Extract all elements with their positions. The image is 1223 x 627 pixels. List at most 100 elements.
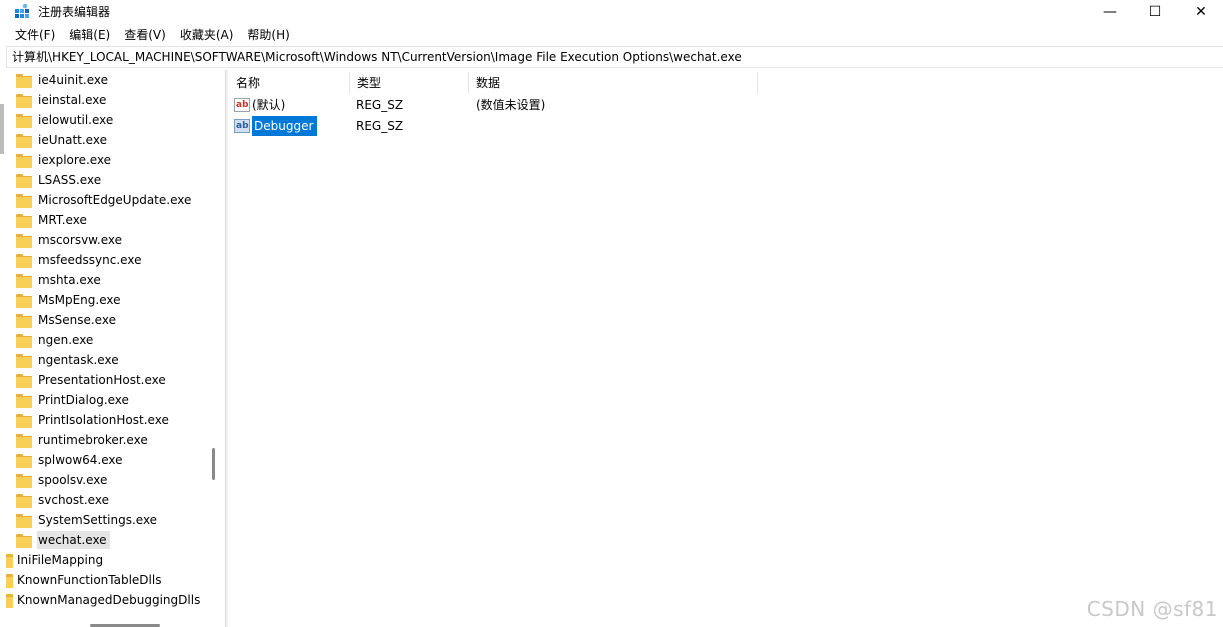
tree-item-label: iexplore.exe xyxy=(38,153,112,167)
tree-item[interactable]: iexplore.exe xyxy=(16,150,114,170)
menu-file[interactable]: 文件(F) xyxy=(0,25,62,45)
menu-view[interactable]: 查看(V) xyxy=(117,25,173,45)
string-value-icon: ab xyxy=(234,98,250,112)
tree-item-selected[interactable]: wechat.exe xyxy=(16,530,110,550)
pane-splitter[interactable] xyxy=(225,70,228,627)
folder-icon xyxy=(16,433,32,448)
tree-item-label: MicrosoftEdgeUpdate.exe xyxy=(38,193,192,207)
tree-item-label: mshta.exe xyxy=(38,273,101,287)
tree-item-label: runtimebroker.exe xyxy=(38,433,148,447)
tree-item[interactable]: LSASS.exe xyxy=(16,170,104,190)
close-button[interactable]: ✕ xyxy=(1178,0,1223,24)
tree-item[interactable]: PrintIsolationHost.exe xyxy=(16,410,172,430)
tree-item-label: PrintDialog.exe xyxy=(38,393,129,407)
tree-item[interactable]: mscorsvw.exe xyxy=(16,230,125,250)
menu-help[interactable]: 帮助(H) xyxy=(240,25,296,45)
menu-bar: 文件(F) 编辑(E) 查看(V) 收藏夹(A) 帮助(H) xyxy=(0,25,297,45)
tree-item[interactable]: msfeedssync.exe xyxy=(16,250,144,270)
folder-icon xyxy=(6,553,13,568)
tree-item[interactable]: runtimebroker.exe xyxy=(16,430,151,450)
tree-item[interactable]: IniFileMapping xyxy=(6,550,106,570)
folder-icon xyxy=(16,273,32,288)
background-window-edge xyxy=(0,104,4,154)
tree-item-label: ngentask.exe xyxy=(38,353,119,367)
folder-icon xyxy=(16,533,32,548)
tree-item[interactable]: ieinstal.exe xyxy=(16,90,109,110)
tree-item[interactable]: svchost.exe xyxy=(16,490,112,510)
folder-icon xyxy=(16,193,32,208)
tree-item[interactable]: PresentationHost.exe xyxy=(16,370,169,390)
folder-icon xyxy=(16,173,32,188)
tree-item[interactable]: ieUnatt.exe xyxy=(16,130,110,150)
column-header-type[interactable]: 类型 xyxy=(350,72,469,94)
tree-item-label: msfeedssync.exe xyxy=(38,253,142,267)
folder-icon xyxy=(16,213,32,228)
folder-icon xyxy=(16,373,32,388)
value-row-selected[interactable]: ab Debugger REG_SZ xyxy=(229,116,829,136)
watermark: CSDN @sf81 xyxy=(1086,597,1218,621)
tree-item-label: MRT.exe xyxy=(38,213,87,227)
tree-item[interactable]: spoolsv.exe xyxy=(16,470,110,490)
folder-icon xyxy=(16,73,32,88)
tree-item-label: ieinstal.exe xyxy=(38,93,107,107)
tree-item-label: ie4uinit.exe xyxy=(38,73,109,87)
column-header-data[interactable]: 数据 xyxy=(469,72,758,94)
column-header-name[interactable]: 名称 xyxy=(229,72,350,94)
key-tree[interactable]: ie4uinit.exe ieinstal.exe ielowutil.exe … xyxy=(6,70,218,627)
window-title: 注册表编辑器 xyxy=(38,5,111,19)
folder-icon xyxy=(16,473,32,488)
maximize-icon: ☐ xyxy=(1148,4,1162,20)
tree-item[interactable]: ielowutil.exe xyxy=(16,110,116,130)
tree-item-label: ngen.exe xyxy=(38,333,94,347)
tree-item[interactable]: MicrosoftEdgeUpdate.exe xyxy=(16,190,194,210)
tree-item[interactable]: MsSense.exe xyxy=(16,310,119,330)
menu-edit[interactable]: 编辑(E) xyxy=(62,25,117,45)
tree-item-label: PrintIsolationHost.exe xyxy=(38,413,169,427)
tree-item-label: wechat.exe xyxy=(37,531,110,549)
tree-item[interactable]: mshta.exe xyxy=(16,270,104,290)
folder-icon xyxy=(16,513,32,528)
folder-icon xyxy=(16,493,32,508)
folder-icon xyxy=(16,253,32,268)
regedit-app-icon xyxy=(15,4,29,18)
tree-item-label: svchost.exe xyxy=(38,493,109,507)
value-list[interactable]: 名称 类型 数据 ab (默认) REG_SZ (数值未设置) ab Debug… xyxy=(229,70,1223,627)
value-name: (默认) xyxy=(252,98,286,112)
folder-icon xyxy=(16,413,32,428)
folder-icon xyxy=(6,593,13,608)
tree-item-label: SystemSettings.exe xyxy=(38,513,158,527)
tree-item[interactable]: ngentask.exe xyxy=(16,350,122,370)
folder-icon xyxy=(6,573,13,588)
minimize-icon: — xyxy=(1103,4,1117,20)
tree-item[interactable]: MRT.exe xyxy=(16,210,90,230)
close-icon: ✕ xyxy=(1195,4,1207,20)
value-type: REG_SZ xyxy=(356,119,404,133)
tree-item[interactable]: MsMpEng.exe xyxy=(16,290,123,310)
tree-item[interactable]: ie4uinit.exe xyxy=(16,70,111,90)
tree-item-label: mscorsvw.exe xyxy=(38,233,122,247)
tree-item[interactable]: PrintDialog.exe xyxy=(16,390,132,410)
maximize-button[interactable]: ☐ xyxy=(1132,0,1178,24)
folder-icon xyxy=(16,353,32,368)
string-value-icon: ab xyxy=(234,119,250,133)
folder-icon xyxy=(16,393,32,408)
folder-icon xyxy=(16,453,32,468)
tree-item[interactable]: splwow64.exe xyxy=(16,450,126,470)
tree-item[interactable]: ngen.exe xyxy=(16,330,96,350)
value-type: REG_SZ xyxy=(356,98,404,112)
value-name: Debugger xyxy=(252,116,318,136)
tree-vertical-scrollbar[interactable] xyxy=(212,448,215,480)
value-data: (数值未设置) xyxy=(476,98,546,112)
tree-item[interactable]: SystemSettings.exe xyxy=(16,510,160,530)
minimize-button[interactable]: — xyxy=(1087,0,1133,24)
address-bar[interactable]: 计算机\HKEY_LOCAL_MACHINE\SOFTWARE\Microsof… xyxy=(6,46,1223,68)
tree-item-label: PresentationHost.exe xyxy=(38,373,166,387)
value-row[interactable]: ab (默认) REG_SZ (数值未设置) xyxy=(229,95,829,115)
tree-item[interactable]: KnownFunctionTableDlls xyxy=(6,570,164,590)
folder-icon xyxy=(16,133,32,148)
menu-favorites[interactable]: 收藏夹(A) xyxy=(173,25,241,45)
folder-icon xyxy=(16,113,32,128)
tree-item[interactable]: KnownManagedDebuggingDlls xyxy=(6,590,203,610)
tree-item-label: LSASS.exe xyxy=(38,173,102,187)
tree-item-label: IniFileMapping xyxy=(17,553,104,567)
